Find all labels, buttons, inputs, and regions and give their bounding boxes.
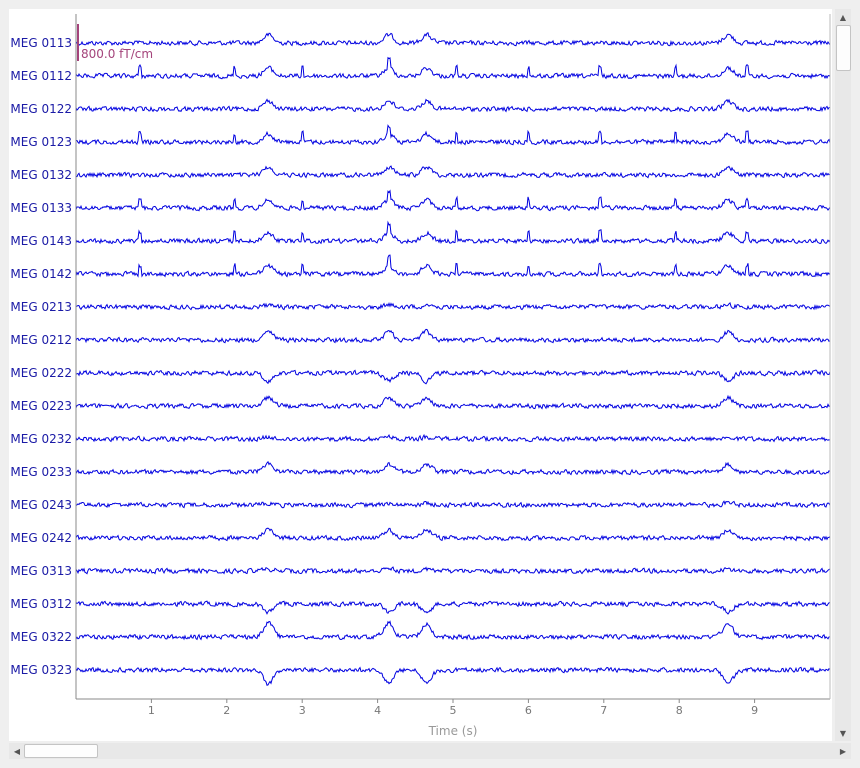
plot-panel: MEG 0113 MEG 0112 MEG 0122 MEG 0123 MEG 0132… [9, 9, 832, 741]
scroll-up-arrow-icon[interactable]: ▲ [835, 9, 851, 25]
x-ticks: 1 2 3 4 5 6 7 8 9 [148, 699, 758, 717]
channel-trace[interactable] [75, 600, 831, 615]
x-tick-label: 9 [751, 704, 758, 717]
channel-label[interactable]: MEG 0113 [10, 36, 72, 50]
vertical-scroll-thumb[interactable] [836, 25, 851, 71]
vertical-scrollbar[interactable]: ▲ ▼ [835, 9, 851, 741]
channel-label[interactable]: MEG 0223 [10, 399, 72, 413]
channel-label[interactable]: MEG 0222 [10, 366, 72, 380]
channel-trace[interactable] [75, 620, 831, 641]
channel-label[interactable]: MEG 0123 [10, 135, 72, 149]
channel-label[interactable]: MEG 0133 [10, 201, 72, 215]
channel-trace[interactable] [75, 189, 831, 212]
channel-label[interactable]: MEG 0313 [10, 564, 72, 578]
channel-trace[interactable] [75, 56, 831, 80]
channel-label[interactable]: MEG 0132 [10, 168, 72, 182]
channel-trace[interactable] [75, 527, 831, 542]
channel-label[interactable]: MEG 0112 [10, 69, 72, 83]
channel-labels: MEG 0113 MEG 0112 MEG 0122 MEG 0123 MEG 0132… [10, 36, 72, 677]
channel-label[interactable]: MEG 0233 [10, 465, 72, 479]
channel-trace[interactable] [75, 666, 831, 686]
scroll-right-arrow-icon[interactable]: ▶ [835, 743, 851, 759]
channel-label[interactable]: MEG 0212 [10, 333, 72, 347]
channel-trace[interactable] [75, 32, 831, 47]
channel-trace[interactable] [75, 394, 831, 410]
channel-trace[interactable] [75, 301, 831, 311]
meg-trace-plot[interactable]: MEG 0113 MEG 0112 MEG 0122 MEG 0123 MEG 0132… [9, 9, 832, 741]
channel-trace[interactable] [75, 500, 831, 509]
x-tick-label: 1 [148, 704, 155, 717]
channel-trace[interactable] [75, 124, 831, 146]
x-tick-label: 4 [374, 704, 381, 717]
x-axis-title: Time (s) [428, 724, 478, 738]
channel-label[interactable]: MEG 0122 [10, 102, 72, 116]
channel-trace[interactable] [75, 369, 831, 385]
channel-label[interactable]: MEG 0243 [10, 498, 72, 512]
channel-label[interactable]: MEG 0323 [10, 663, 72, 677]
channel-trace[interactable] [75, 98, 831, 113]
channel-trace[interactable] [75, 328, 831, 344]
scroll-down-arrow-icon[interactable]: ▼ [835, 725, 851, 741]
x-tick-label: 7 [600, 704, 607, 717]
channel-label[interactable]: MEG 0213 [10, 300, 72, 314]
traces-group [75, 32, 831, 686]
x-tick-label: 5 [450, 704, 457, 717]
channel-trace[interactable] [75, 254, 831, 278]
x-tick-label: 3 [299, 704, 306, 717]
channel-trace[interactable] [75, 566, 831, 575]
horizontal-scroll-thumb[interactable] [24, 744, 98, 758]
channel-label[interactable]: MEG 0322 [10, 630, 72, 644]
channel-label[interactable]: MEG 0242 [10, 531, 72, 545]
scale-bar-label: 800.0 fT/cm [81, 47, 153, 61]
scroll-left-arrow-icon[interactable]: ◀ [9, 743, 25, 759]
channel-trace[interactable] [75, 433, 831, 443]
channel-label[interactable]: MEG 0143 [10, 234, 72, 248]
channel-label[interactable]: MEG 0312 [10, 597, 72, 611]
channel-label[interactable]: MEG 0142 [10, 267, 72, 281]
x-tick-label: 6 [525, 704, 532, 717]
x-tick-label: 8 [676, 704, 683, 717]
channel-trace[interactable] [75, 165, 831, 179]
horizontal-scrollbar[interactable]: ◀ ▶ [9, 743, 851, 759]
channel-trace[interactable] [75, 220, 831, 245]
channel-trace[interactable] [75, 460, 831, 476]
x-tick-label: 2 [223, 704, 230, 717]
channel-label[interactable]: MEG 0232 [10, 432, 72, 446]
